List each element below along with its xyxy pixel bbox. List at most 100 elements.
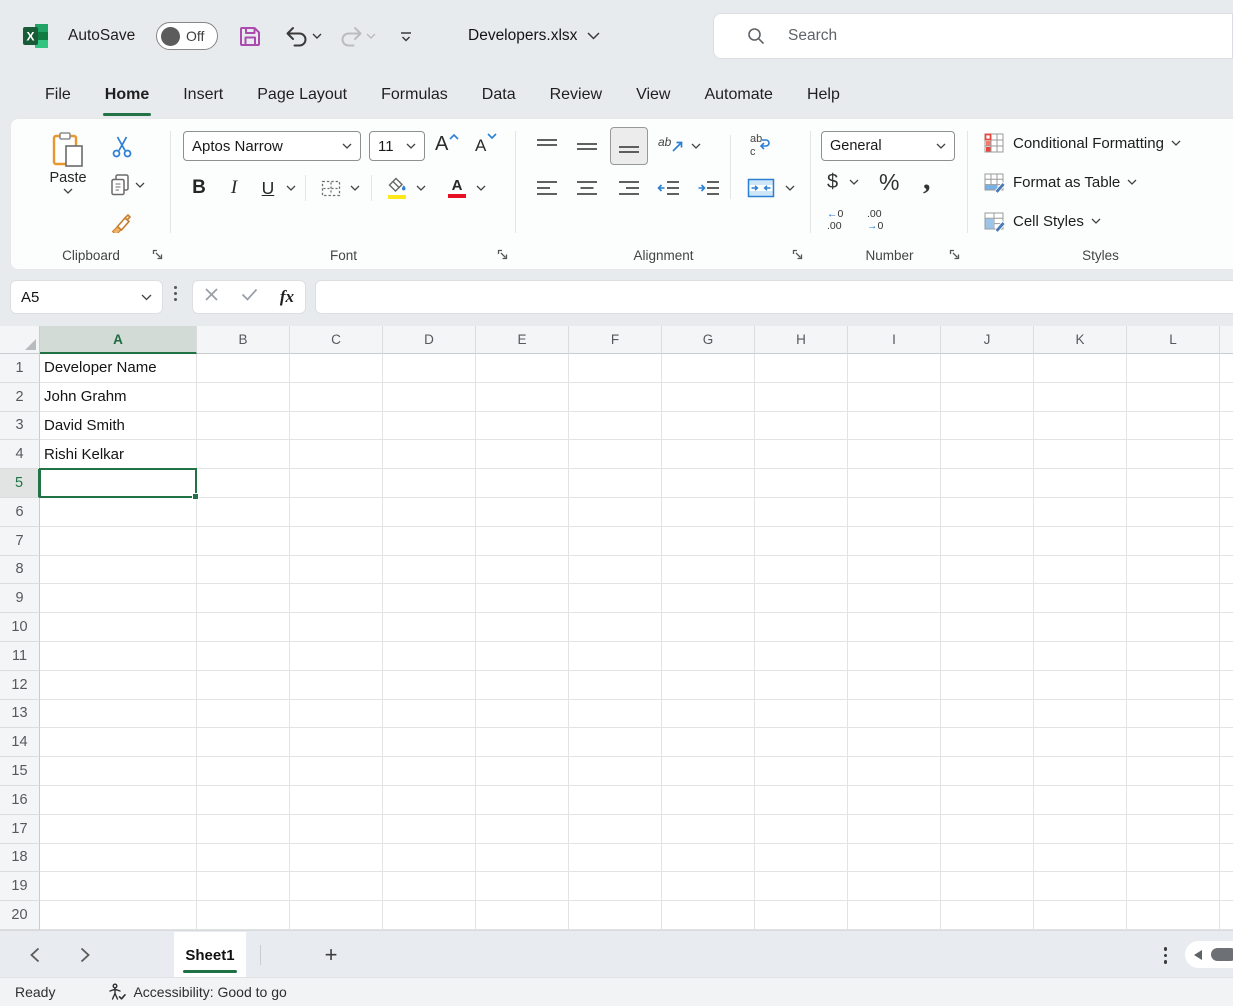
increase-indent-button[interactable] [694,175,724,201]
cell-C7[interactable] [290,527,383,556]
cell-A3[interactable]: David Smith [40,412,197,441]
cell-L1[interactable] [1127,354,1220,383]
cell-partial[interactable] [1220,786,1233,815]
cell-A20[interactable] [40,901,197,930]
cell-H13[interactable] [755,700,848,729]
cell-F9[interactable] [569,584,662,613]
cell-B8[interactable] [197,556,290,585]
fill-color-button[interactable] [383,171,411,205]
cell-E4[interactable] [476,440,569,469]
cell-F17[interactable] [569,815,662,844]
cell-E10[interactable] [476,613,569,642]
cell-J4[interactable] [941,440,1034,469]
cell-D6[interactable] [383,498,476,527]
next-sheet-icon[interactable] [80,931,90,978]
column-header-D[interactable]: D [383,326,476,354]
cell-I15[interactable] [848,757,941,786]
cell-C11[interactable] [290,642,383,671]
cell-I8[interactable] [848,556,941,585]
save-icon[interactable] [238,0,262,72]
row-header-12[interactable]: 12 [0,671,40,700]
cell-C18[interactable] [290,844,383,873]
column-header-I[interactable]: I [848,326,941,354]
cell-K8[interactable] [1034,556,1127,585]
cell-C20[interactable] [290,901,383,930]
font-color-dropdown-icon[interactable] [473,171,489,205]
cell-J19[interactable] [941,872,1034,901]
column-header-partial[interactable] [1220,326,1233,354]
cell-K11[interactable] [1034,642,1127,671]
comma-style-button[interactable]: , [923,163,931,197]
cell-G12[interactable] [662,671,755,700]
row-header-18[interactable]: 18 [0,844,40,873]
previous-sheet-icon[interactable] [30,931,40,978]
cell-D16[interactable] [383,786,476,815]
cell-K15[interactable] [1034,757,1127,786]
cell-B7[interactable] [197,527,290,556]
cell-J17[interactable] [941,815,1034,844]
cell-partial[interactable] [1220,700,1233,729]
alignment-dialog-launcher-icon[interactable] [791,248,804,261]
cell-H17[interactable] [755,815,848,844]
undo-dropdown-icon[interactable] [312,0,322,72]
cell-B6[interactable] [197,498,290,527]
cell-K3[interactable] [1034,412,1127,441]
cell-A13[interactable] [40,700,197,729]
cell-B11[interactable] [197,642,290,671]
cell-B3[interactable] [197,412,290,441]
cell-K2[interactable] [1034,383,1127,412]
cell-K9[interactable] [1034,584,1127,613]
cell-D4[interactable] [383,440,476,469]
cell-D7[interactable] [383,527,476,556]
cell-G16[interactable] [662,786,755,815]
cell-B10[interactable] [197,613,290,642]
cell-L7[interactable] [1127,527,1220,556]
cell-partial[interactable] [1220,584,1233,613]
document-title[interactable]: Developers.xlsx [468,0,600,72]
cell-partial[interactable] [1220,613,1233,642]
row-header-8[interactable]: 8 [0,556,40,585]
cell-D12[interactable] [383,671,476,700]
cell-K5[interactable] [1034,469,1127,498]
cell-F1[interactable] [569,354,662,383]
underline-dropdown-icon[interactable] [283,171,299,205]
row-header-5[interactable]: 5 [0,469,40,498]
cell-B17[interactable] [197,815,290,844]
cell-K13[interactable] [1034,700,1127,729]
cell-B19[interactable] [197,872,290,901]
cell-K4[interactable] [1034,440,1127,469]
cell-C8[interactable] [290,556,383,585]
cell-I18[interactable] [848,844,941,873]
cell-H14[interactable] [755,728,848,757]
cell-J18[interactable] [941,844,1034,873]
cell-L13[interactable] [1127,700,1220,729]
row-header-4[interactable]: 4 [0,440,40,469]
cell-L18[interactable] [1127,844,1220,873]
add-sheet-button[interactable]: + [316,931,346,978]
cell-J14[interactable] [941,728,1034,757]
search-input[interactable]: Search [713,13,1233,59]
cell-I10[interactable] [848,613,941,642]
cell-L10[interactable] [1127,613,1220,642]
cell-G10[interactable] [662,613,755,642]
row-header-1[interactable]: 1 [0,354,40,383]
cell-K6[interactable] [1034,498,1127,527]
status-mode[interactable]: Ready [15,984,55,1000]
cell-partial[interactable] [1220,901,1233,930]
merge-center-dropdown-icon[interactable] [782,175,798,201]
cell-L14[interactable] [1127,728,1220,757]
redo-dropdown-icon[interactable] [366,0,376,72]
tab-formulas[interactable]: Formulas [364,72,465,118]
cell-G5[interactable] [662,469,755,498]
cell-J6[interactable] [941,498,1034,527]
cell-K14[interactable] [1034,728,1127,757]
number-format-combobox[interactable]: General [821,131,955,161]
cell-J3[interactable] [941,412,1034,441]
borders-button[interactable] [317,171,345,205]
cell-F2[interactable] [569,383,662,412]
column-header-H[interactable]: H [755,326,848,354]
wrap-text-button[interactable]: ab c [744,129,778,161]
cell-D10[interactable] [383,613,476,642]
cell-H18[interactable] [755,844,848,873]
row-header-9[interactable]: 9 [0,584,40,613]
